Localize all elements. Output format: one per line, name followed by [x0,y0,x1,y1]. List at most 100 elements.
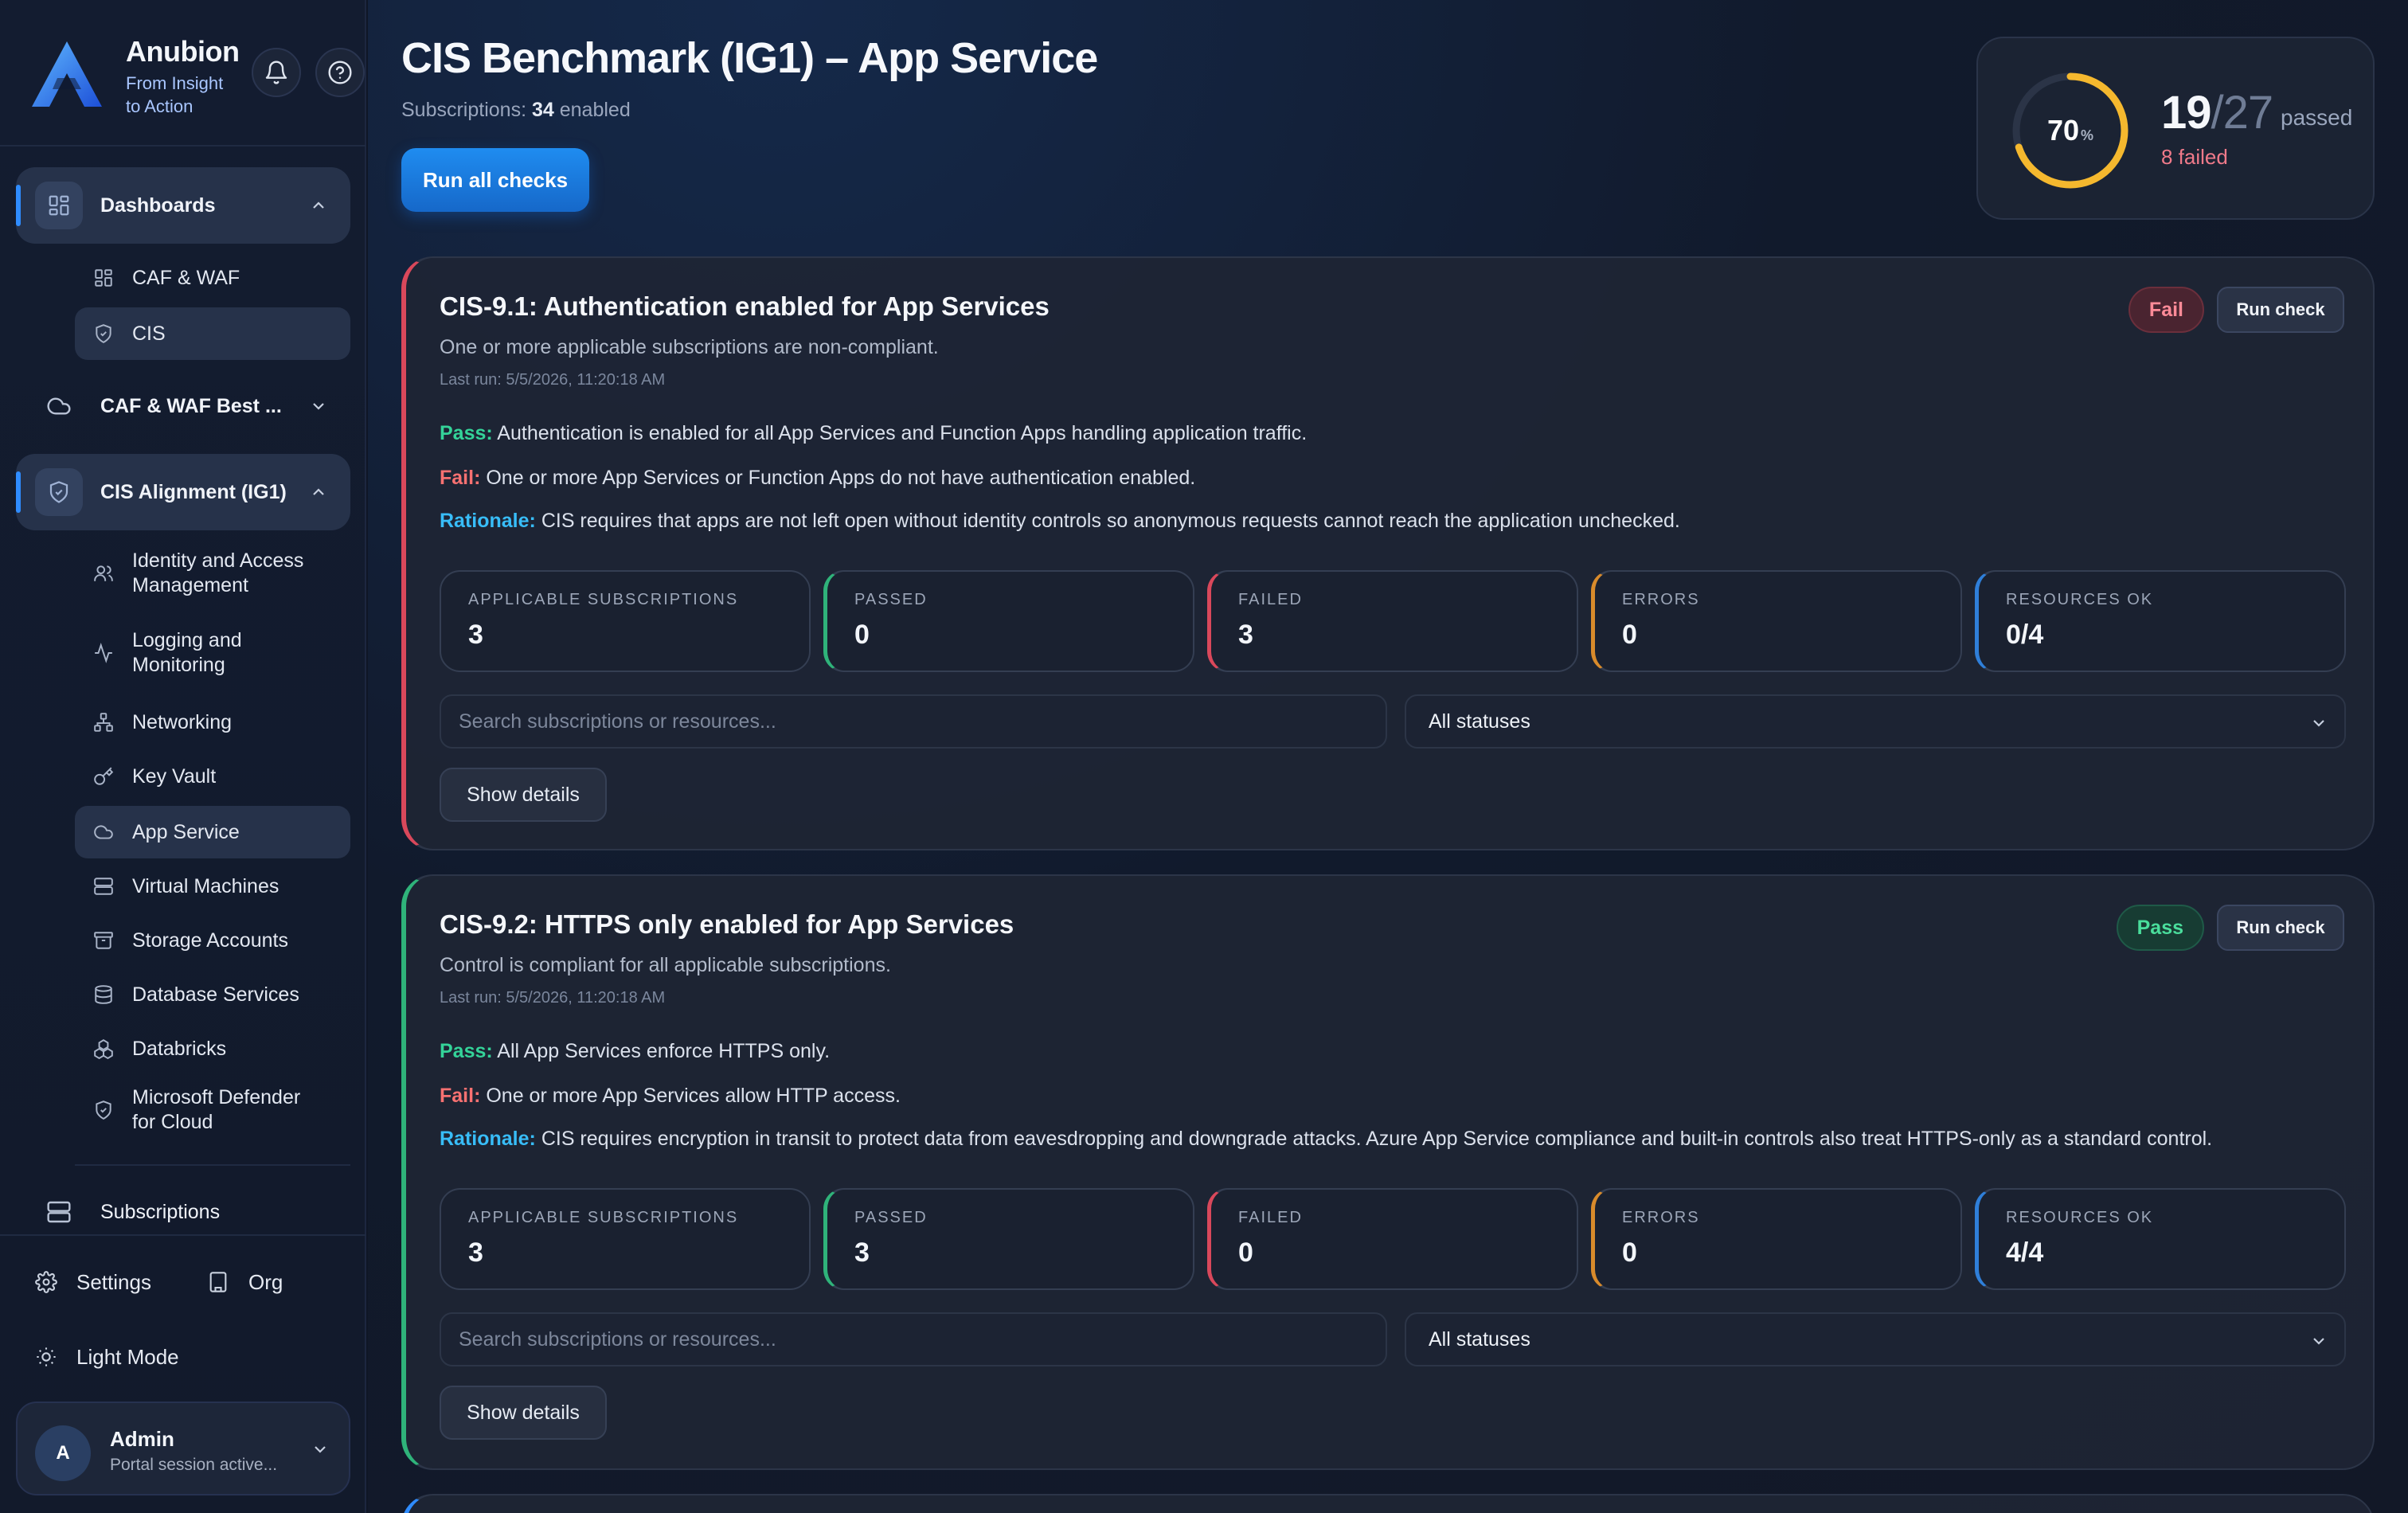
settings-link[interactable]: Settings [32,1268,151,1296]
check-card-partial [401,1494,2375,1513]
brand[interactable]: Anubion From Insight to Action [29,35,363,118]
show-details-button[interactable]: Show details [440,768,607,822]
avatar: A [35,1425,91,1481]
page-title: CIS Benchmark (IG1) – App Service [401,34,1098,82]
key-icon [91,764,116,789]
sun-icon [32,1343,61,1371]
sidebar-item-label: Key Vault [132,764,217,788]
run-all-checks-button[interactable]: Run all checks [401,148,589,212]
metric-passed: PASSED 0 [823,570,1194,672]
chevron-up-icon [313,488,324,495]
help-icon [328,61,352,84]
sidebar-item-database-services[interactable]: Database Services [75,968,350,1021]
status-filter-select[interactable]: All statuses [1405,694,2346,749]
sidebar-item-cis[interactable]: CIS [75,307,350,360]
search-input[interactable] [440,1312,1387,1366]
fail-text: One or more App Services or Function App… [486,467,1196,489]
notifications-button[interactable] [252,48,301,97]
sidebar-item-networking[interactable]: Networking [75,696,350,749]
sidebar-item-app-service[interactable]: App Service [75,806,350,858]
sidebar-item-caf-waf[interactable]: CAF & WAF [75,252,350,304]
sidebar-item-databricks[interactable]: Databricks [75,1022,350,1075]
run-check-button[interactable]: Run check [2217,905,2344,951]
sidebar-item-label: Identity and Access Management [132,549,304,596]
network-icon [91,710,116,735]
score-passed-count: 19 [2161,87,2212,139]
score-percent-unit: % [2081,127,2094,143]
status-filter-value: All statuses [1429,710,1530,733]
boxes-icon [91,1036,116,1061]
server-icon [35,1188,83,1236]
score-failed-text: 8 failed [2161,145,2228,169]
user-name: Admin [110,1427,174,1451]
sidebar-item-virtual-machines[interactable]: Virtual Machines [75,860,350,913]
nav-group-cis-alignment[interactable]: CIS Alignment (IG1) [16,454,350,530]
metric-applicable-subscriptions: APPLICABLE SUBSCRIPTIONS 3 [440,1188,811,1290]
score-passed-label: passed [2281,105,2353,130]
theme-toggle[interactable]: Light Mode [32,1343,179,1371]
brand-tagline-line2: to Action [126,96,194,116]
brand-tagline: From Insight to Action [126,72,223,118]
building-icon [204,1268,233,1296]
rationale: Rationale: CIS requires that apps are no… [440,510,1680,533]
fail-label: Fail: [440,1085,481,1107]
sidebar-divider [75,1164,350,1166]
pass-criteria: Pass: All App Services enforce HTTPS onl… [440,1040,830,1063]
score-card: 70% 19/27 passed 8 failed [1976,37,2375,220]
cloud-icon [35,382,83,430]
metric-value: 3 [468,620,483,650]
rationale-label: Rationale: [440,510,536,532]
shield-icon [91,321,116,346]
user-menu[interactable]: A Admin Portal session active... [16,1402,350,1495]
sidebar-item-label: App Service [132,820,240,843]
nav-group-label: CIS Alignment (IG1) [100,480,287,503]
sidebar-item-label: CIS [132,322,166,345]
sidebar-item-identity-access[interactable]: Identity and Access Management [75,540,350,607]
shield-icon [91,1097,116,1123]
metric-value: 4/4 [2006,1237,2044,1268]
check-summary: Control is compliant for all applicable … [440,954,891,976]
theme-label: Light Mode [76,1344,179,1369]
metric-label: RESOURCES OK [2006,1209,2154,1226]
sidebar-item-label: Networking [132,710,233,733]
check-card: CIS-9.2: HTTPS only enabled for App Serv… [401,874,2375,1470]
sidebar-item-logging-monitoring[interactable]: Logging and Monitoring [75,620,350,686]
nav-group-dashboards[interactable]: Dashboards [16,167,350,244]
sidebar-item-label: Databricks [132,1037,227,1060]
metric-value: 0 [1622,620,1637,650]
pass-label: Pass: [440,1040,493,1062]
org-label: Org [248,1269,283,1294]
sidebar-item-label: Database Services [132,983,299,1006]
org-link[interactable]: Org [204,1268,283,1296]
check-card: CIS-9.1: Authentication enabled for App … [401,256,2375,850]
user-status: Portal session active... [110,1456,278,1474]
server-icon [91,874,116,899]
nav-group-label: CAF & WAF Best ... [100,394,282,417]
metric-failed: FAILED 0 [1207,1188,1578,1290]
metric-value: 0/4 [2006,620,2044,650]
status-filter-value: All statuses [1429,1327,1530,1351]
status-filter-select[interactable]: All statuses [1405,1312,2346,1366]
help-button[interactable] [315,48,365,97]
score-count: 19/27 [2161,86,2273,139]
metric-value: 3 [468,1237,483,1268]
sidebar-item-storage-accounts[interactable]: Storage Accounts [75,914,350,967]
bell-icon [265,61,287,84]
run-check-button[interactable]: Run check [2217,287,2344,333]
metric-label: PASSED [854,1209,928,1226]
rationale-text: CIS requires that apps are not left open… [541,510,1680,532]
chevron-down-icon [2313,720,2324,727]
metric-label: APPLICABLE SUBSCRIPTIONS [468,1209,739,1226]
metric-label: APPLICABLE SUBSCRIPTIONS [468,591,739,608]
fail-text: One or more App Services allow HTTP acce… [486,1085,901,1107]
metric-errors: ERRORS 0 [1591,1188,1962,1290]
sidebar-item-key-vault[interactable]: Key Vault [75,750,350,803]
sidebar-item-label: Storage Accounts [132,929,288,952]
sidebar-item-defender[interactable]: Microsoft Defender for Cloud [75,1077,350,1144]
nav-group-caf-waf-best[interactable]: CAF & WAF Best ... [16,368,350,444]
metric-applicable-subscriptions: APPLICABLE SUBSCRIPTIONS 3 [440,570,811,672]
check-summary: One or more applicable subscriptions are… [440,336,939,358]
show-details-button[interactable]: Show details [440,1386,607,1440]
search-input[interactable] [440,694,1387,749]
pass-label: Pass: [440,422,493,444]
